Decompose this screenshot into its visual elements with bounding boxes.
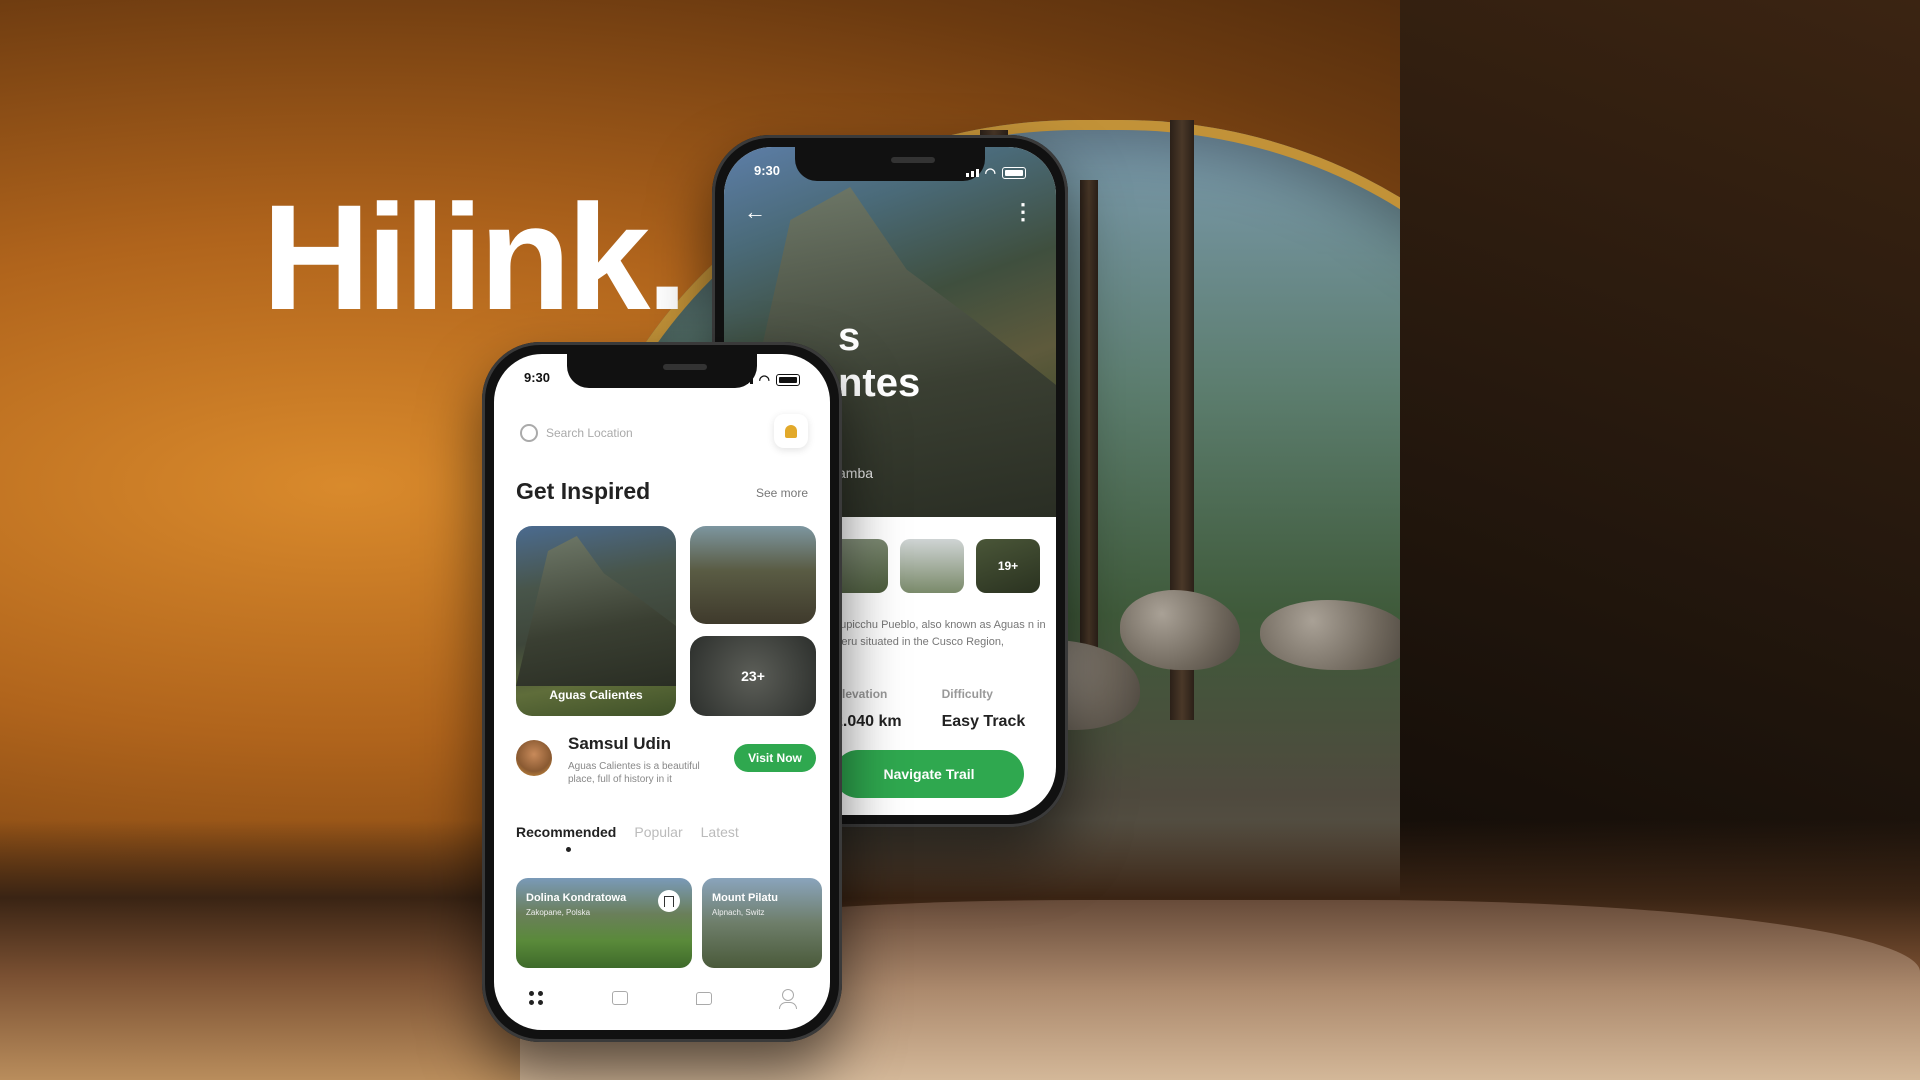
back-arrow-icon[interactable]: ← [744, 199, 766, 225]
recommended-location: Zakopane, Polska [526, 908, 591, 917]
signal-icon [739, 376, 753, 384]
trail-title-line1: s [838, 315, 861, 359]
recommended-title: Mount Pilatu [712, 892, 778, 904]
rock [1120, 590, 1240, 670]
recommended-title: Dolina Kondratowa [526, 892, 627, 904]
rock [1260, 600, 1410, 670]
see-more-link[interactable]: See more [756, 486, 808, 500]
status-icons: ◠ [739, 370, 800, 390]
search-placeholder: Search Location [546, 426, 633, 440]
more-destinations-card[interactable]: 23+ [690, 636, 816, 716]
wifi-icon: ◠ [758, 372, 770, 387]
brand-title: Hilink. [262, 173, 688, 341]
tab-popular[interactable]: Popular [634, 824, 682, 840]
stat-value: Easy Track [941, 713, 1026, 730]
stat-difficulty: Difficulty Easy Track [942, 687, 1026, 731]
featured-destination-card[interactable]: Aguas Calientes [516, 526, 676, 716]
status-time: 9:30 [754, 163, 781, 178]
bell-icon[interactable] [774, 414, 808, 448]
home-screen: 9:30 ◠ Search Location Get Inspired See … [494, 354, 830, 1030]
recommended-card[interactable]: Dolina Kondratowa Zakopane, Polska [516, 878, 692, 968]
recommended-location: Alpnach, Switz [712, 908, 765, 917]
explore-icon[interactable] [611, 989, 629, 1007]
stat-label: Elevation [834, 687, 888, 701]
visit-now-button[interactable]: Visit Now [734, 744, 816, 772]
trail-title-line2: ntes [838, 361, 921, 405]
tree-trunk [1080, 180, 1098, 700]
author-row: Samsul Udin Aguas Calientes is a beautif… [516, 734, 816, 794]
navigate-trail-button[interactable]: Navigate Trail [834, 750, 1024, 798]
search-icon [520, 424, 538, 442]
status-icons: ◠ [965, 163, 1026, 183]
trail-stats: Elevation 2.040 km Difficulty Easy Track [834, 687, 1025, 731]
trail-description: hupicchu Pueblo, also known as Aguas n i… [834, 619, 1046, 648]
tab-recommended[interactable]: Recommended [516, 824, 616, 852]
profile-icon[interactable] [779, 989, 797, 1009]
signal-icon [965, 169, 979, 177]
bookmark-icon[interactable] [658, 890, 680, 912]
destination-card[interactable] [690, 526, 816, 624]
battery-icon [776, 374, 800, 386]
recommended-card[interactable]: Mount Pilatu Alpnach, Switz [702, 878, 822, 968]
status-bar: 9:30 ◠ [754, 163, 1026, 183]
mountain-peak [516, 536, 676, 686]
phone-home: 9:30 ◠ Search Location Get Inspired See … [482, 342, 842, 1042]
more-icon[interactable]: ⋮ [1012, 199, 1034, 225]
gallery-more-thumb[interactable]: 19+ [976, 539, 1040, 593]
home-icon[interactable] [527, 989, 545, 1007]
avatar[interactable] [516, 740, 552, 776]
status-bar: 9:30 ◠ [524, 370, 800, 390]
gallery-thumbs: 19+ [824, 539, 1040, 593]
trail-subtitle: amba [838, 465, 874, 481]
stat-elevation: Elevation 2.040 km [834, 687, 902, 731]
tab-latest[interactable]: Latest [701, 824, 739, 840]
gallery-thumb[interactable] [900, 539, 964, 593]
author-name: Samsul Udin [568, 734, 671, 753]
stat-label: Difficulty [941, 687, 993, 701]
bottom-tab-bar [494, 978, 830, 1018]
featured-card-label: Aguas Calientes [549, 688, 643, 702]
category-tabs: Recommended Popular Latest [516, 824, 739, 852]
wifi-icon: ◠ [984, 165, 996, 180]
stat-value: 2.040 km [834, 713, 902, 730]
author-bio: Aguas Calientes is a beautiful place, fu… [568, 761, 700, 785]
battery-icon [1002, 167, 1026, 179]
status-time: 9:30 [524, 370, 551, 385]
search-input[interactable]: Search Location [520, 418, 738, 448]
chat-icon[interactable] [695, 989, 713, 1007]
section-title: Get Inspired [516, 478, 651, 504]
